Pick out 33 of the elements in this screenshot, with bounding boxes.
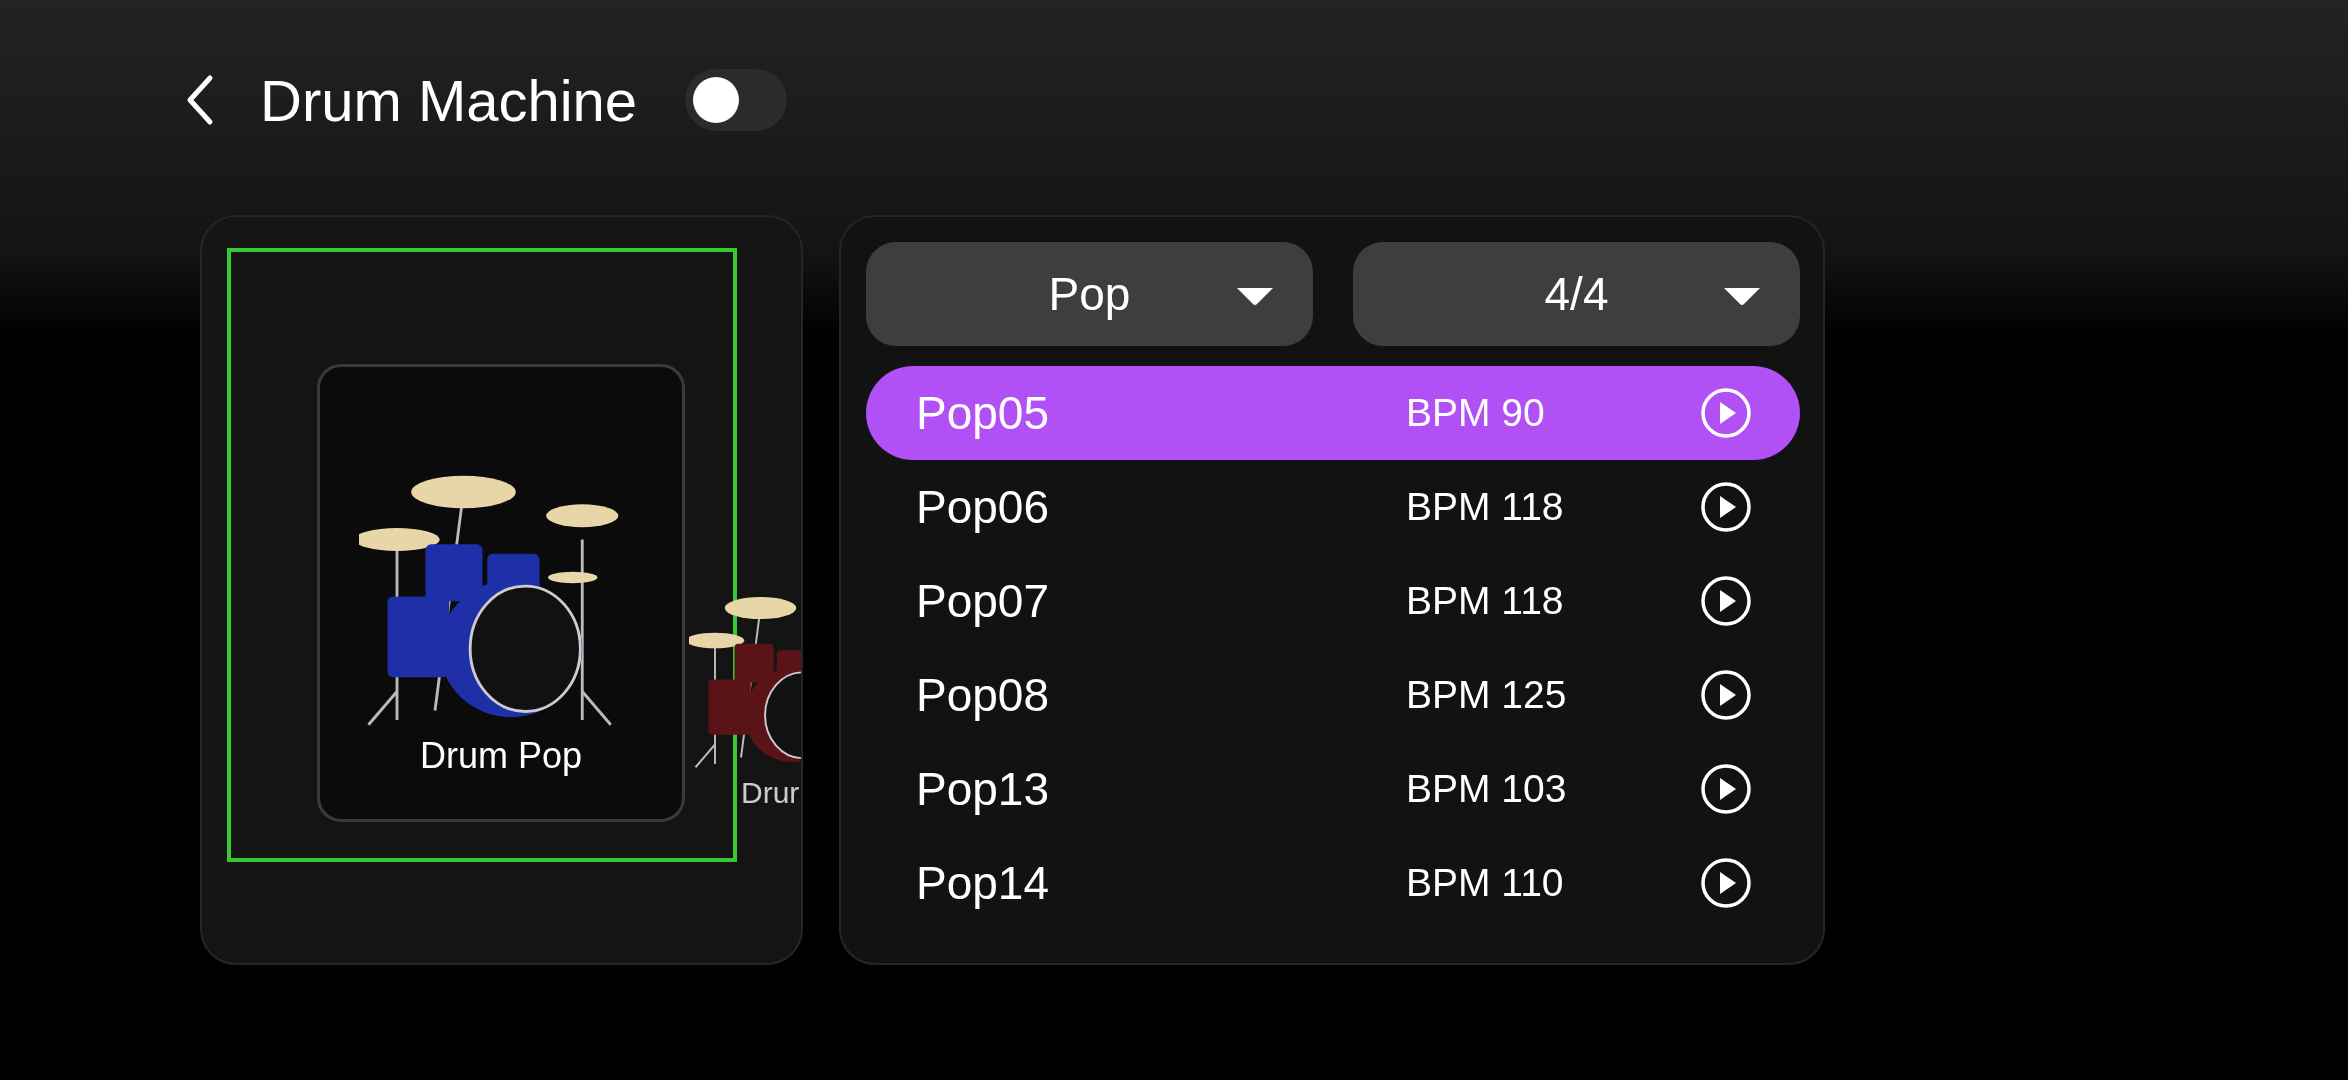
- play-icon[interactable]: [1700, 669, 1752, 721]
- dropdown[interactable]: 4/4: [1353, 242, 1800, 346]
- selection-frame[interactable]: Drum Pop: [227, 248, 737, 862]
- bpm-label: BPM 110: [1406, 861, 1565, 905]
- pattern-name: Pop07: [916, 574, 1050, 628]
- pattern-row[interactable]: Pop06 BPM 118: [866, 460, 1800, 554]
- pattern-name: Pop08: [916, 668, 1050, 722]
- kit-name: Drum Pop: [419, 735, 583, 777]
- bpm-label: BPM 103: [1406, 767, 1568, 811]
- kit-card[interactable]: Drum Pop: [317, 364, 685, 822]
- page-title: Drum Machine: [260, 66, 638, 134]
- bpm-label: BPM 125: [1406, 673, 1568, 717]
- bpm-label: BPM 118: [1406, 579, 1565, 623]
- caret-icon: [1722, 286, 1762, 306]
- bpm-label: BPM 90: [1406, 391, 1546, 435]
- pattern-row[interactable]: Pop07 BPM 118: [866, 554, 1800, 648]
- play-icon[interactable]: [1700, 857, 1752, 909]
- caret-icon: [1235, 286, 1275, 306]
- pattern-row[interactable]: Pop08 BPM 125: [866, 648, 1800, 742]
- pattern-name: Pop06: [916, 480, 1050, 534]
- kit-name: Drur: [741, 776, 800, 810]
- pattern-name: Pop13: [916, 762, 1050, 816]
- pattern-name: Pop14: [916, 856, 1050, 910]
- bpm-label: BPM 118: [1406, 485, 1565, 529]
- play-icon[interactable]: [1700, 481, 1752, 533]
- pattern-name: Pop05: [916, 386, 1050, 440]
- pattern-row[interactable]: Pop14 BPM 110: [866, 836, 1800, 930]
- dropdown[interactable]: Pop: [866, 242, 1313, 346]
- pattern-row[interactable]: Pop05 BPM 90: [866, 366, 1800, 460]
- play-icon[interactable]: [1700, 575, 1752, 627]
- play-icon[interactable]: [1700, 763, 1752, 815]
- pattern-row[interactable]: Pop13 BPM 103: [866, 742, 1800, 836]
- back-icon: [186, 74, 214, 126]
